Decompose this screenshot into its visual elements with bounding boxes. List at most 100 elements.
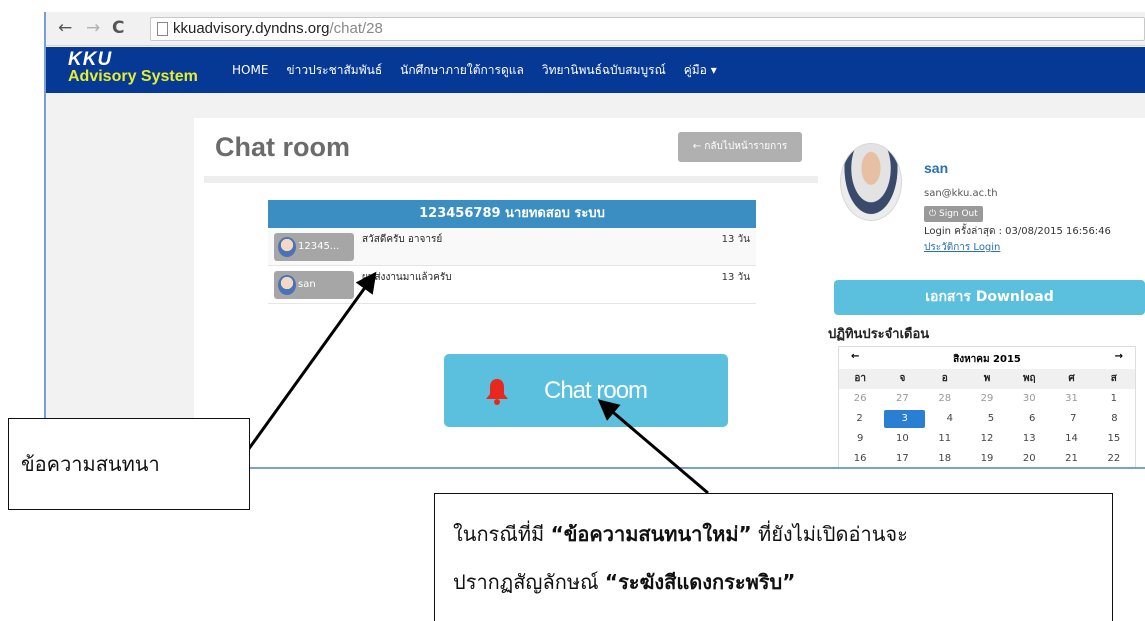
calendar-day[interactable]: 5 [970, 409, 1011, 429]
calendar-day[interactable]: 29 [966, 389, 1008, 409]
calendar-day[interactable]: 2 [839, 409, 880, 429]
callout-line-2: ปรากฏสัญลักษณ์ “ระฆังสีแดงกระพริบ” [453, 558, 1112, 606]
nav-item-manual[interactable]: คู่มือ ▾ [684, 61, 717, 80]
calendar-day[interactable]: 12 [966, 429, 1008, 449]
sender-avatar: san [274, 271, 354, 299]
calendar-day[interactable]: 3 [884, 410, 926, 428]
browser-toolbar: ← → C kkuadvisory.dyndns.org/chat/28 [46, 12, 1145, 46]
calendar-weekday: ศ [1050, 369, 1093, 389]
nav-item-news[interactable]: ข่าวประชาสัมพันธ์ [286, 61, 382, 80]
message-text: สวัสดีครับ อาจารย์ [362, 234, 443, 245]
chat-message-row[interactable]: san ผมส่งงานมาแล้วครับ 13 วัน [268, 266, 756, 304]
calendar-weekday: อา [839, 369, 882, 389]
calendar-day[interactable]: 10 [881, 429, 923, 449]
calendar-day[interactable]: 8 [1094, 409, 1135, 429]
calendar-day[interactable]: 1 [1093, 389, 1135, 409]
title-divider [204, 176, 818, 183]
calendar-next-icon[interactable]: → [1115, 351, 1123, 362]
url-host: kkuadvisory.dyndns.org [173, 20, 330, 37]
content-card: Chat room ← กลับไปหน้ารายการ 123456789 น… [194, 118, 1145, 467]
reload-icon[interactable]: C [112, 18, 124, 38]
url-path: /chat/28 [329, 20, 383, 37]
message-time: 13 วัน [721, 234, 750, 245]
calendar-day[interactable]: 9 [839, 429, 881, 449]
calendar-week-row: 9 10 11 12 13 14 15 [839, 429, 1135, 449]
chat-room-button[interactable]: Chat room [444, 354, 728, 427]
avatar-icon [278, 237, 296, 257]
brand-bottom: Advisory System [68, 68, 198, 85]
calendar-day[interactable]: 15 [1093, 429, 1135, 449]
calendar-day[interactable]: 18 [924, 449, 966, 467]
sender-name: san [298, 279, 316, 290]
calendar-day[interactable]: 26 [839, 389, 881, 409]
forward-arrow-icon[interactable]: → [86, 18, 100, 38]
avatar-icon [278, 275, 296, 295]
calendar-day[interactable]: 27 [881, 389, 923, 409]
login-history-link[interactable]: ประวัติการ Login [924, 240, 1000, 255]
calendar-weekday: ส [1092, 369, 1135, 389]
calendar-day[interactable]: 22 [1093, 449, 1135, 467]
callout-text: ที่ยังไม่เปิดอ่านจะ [751, 522, 908, 546]
calendar-day[interactable]: 30 [1008, 389, 1050, 409]
calendar-week-row: 26 27 28 29 30 31 1 [839, 389, 1135, 409]
sender-avatar: 12345... [274, 233, 354, 261]
calendar-day[interactable]: 31 [1050, 389, 1092, 409]
callout-bold-text: “ข้อความสนทนาใหม่” [550, 522, 752, 546]
top-navbar: KKU Advisory System HOME ข่าวประชาสัมพัน… [46, 47, 1145, 93]
nav-item-students[interactable]: นักศึกษาภายใต้การดูแล [400, 61, 524, 80]
calendar-day[interactable]: 4 [929, 409, 970, 429]
chat-message-row[interactable]: 12345... สวัสดีครับ อาจารย์ 13 วัน [268, 228, 756, 266]
nav-item-home[interactable]: HOME [232, 63, 268, 77]
sidebar: san san@kku.ac.th ⏻ Sign Out Login ครั้ง… [828, 118, 1145, 467]
callout-bold-text: “ระฆังสีแดงกระพริบ” [604, 570, 796, 594]
profile-email: san@kku.ac.th [924, 188, 998, 199]
message-time: 13 วัน [721, 272, 750, 283]
calendar-day[interactable]: 28 [924, 389, 966, 409]
calendar-day[interactable]: 6 [1012, 409, 1053, 429]
calendar-heading: ปฏิทินประจำเดือน [828, 327, 930, 342]
chat-panel: 123456789 นายทดสอบ ระบบ 12345... สวัสดีค… [268, 200, 756, 310]
callout-text: ปรากฏสัญลักษณ์ [453, 570, 605, 594]
calendar-week-row: 16 17 18 19 20 21 22 [839, 449, 1135, 467]
calendar-weekday: จ [881, 369, 924, 389]
back-to-list-button[interactable]: ← กลับไปหน้ารายการ [678, 132, 802, 162]
calendar-day[interactable]: 21 [1050, 449, 1092, 467]
calendar-weekday: อ [923, 369, 966, 389]
calendar-day[interactable]: 14 [1050, 429, 1092, 449]
back-arrow-icon[interactable]: ← [58, 18, 72, 38]
nav-menu: HOME ข่าวประชาสัมพันธ์ นักศึกษาภายใต้การ… [232, 47, 735, 93]
calendar-day[interactable]: 19 [966, 449, 1008, 467]
calendar-day[interactable]: 11 [924, 429, 966, 449]
callout-text: ในกรณีที่มี [453, 522, 551, 546]
page-title: Chat room [215, 132, 350, 162]
chat-header: 123456789 นายทดสอบ ระบบ [268, 200, 756, 228]
profile-avatar [840, 143, 902, 221]
callout-new-message-bell: ในกรณีที่มี “ข้อความสนทนาใหม่” ที่ยังไม่… [434, 493, 1113, 621]
calendar-month: สิงหาคม 2015 [953, 354, 1021, 365]
calendar-day[interactable]: 7 [1053, 409, 1094, 429]
message-text: ผมส่งงานมาแล้วครับ [362, 272, 452, 283]
brand-top: KKU [68, 49, 113, 70]
calendar-weekday: พ [965, 369, 1009, 389]
brand-logo[interactable]: KKU Advisory System [68, 49, 198, 85]
calendar-day[interactable]: 17 [881, 449, 923, 467]
calendar-prev-icon[interactable]: ← [851, 351, 859, 362]
calendar-day[interactable]: 13 [1008, 429, 1050, 449]
calendar: สิงหาคม 2015 ← → อาจอพพฤศส 26 27 28 29 30 31 1 2… [838, 346, 1136, 467]
callout-line-1: ในกรณีที่มี “ข้อความสนทนาใหม่” ที่ยังไม่… [453, 510, 1112, 558]
page-icon [157, 22, 168, 36]
calendar-grid: อาจอพพฤศส 26 27 28 29 30 31 1 2 3 4 5 6 7 8 9 10 11 12 13 14… [839, 369, 1135, 467]
profile-name[interactable]: san [924, 160, 948, 176]
last-login-text: Login ครั้งล่าสุด : 03/08/2015 16:56:46 [924, 226, 1111, 237]
calendar-day[interactable]: 16 [839, 449, 881, 467]
calendar-week-row: 2345678 [839, 409, 1135, 429]
download-documents-button[interactable]: เอกสาร Download [834, 280, 1145, 315]
calendar-day[interactable]: 20 [1008, 449, 1050, 467]
chat-room-button-label: Chat room [544, 377, 648, 404]
calendar-weekday-row: อาจอพพฤศส [839, 369, 1135, 389]
bell-icon [486, 379, 508, 405]
nav-item-thesis[interactable]: วิทยานิพนธ์ฉบับสมบูรณ์ [542, 61, 666, 80]
address-bar[interactable]: kkuadvisory.dyndns.org/chat/28 [150, 17, 1145, 41]
sign-out-button[interactable]: ⏻ Sign Out [924, 206, 983, 222]
calendar-weekday: พฤ [1008, 369, 1051, 389]
